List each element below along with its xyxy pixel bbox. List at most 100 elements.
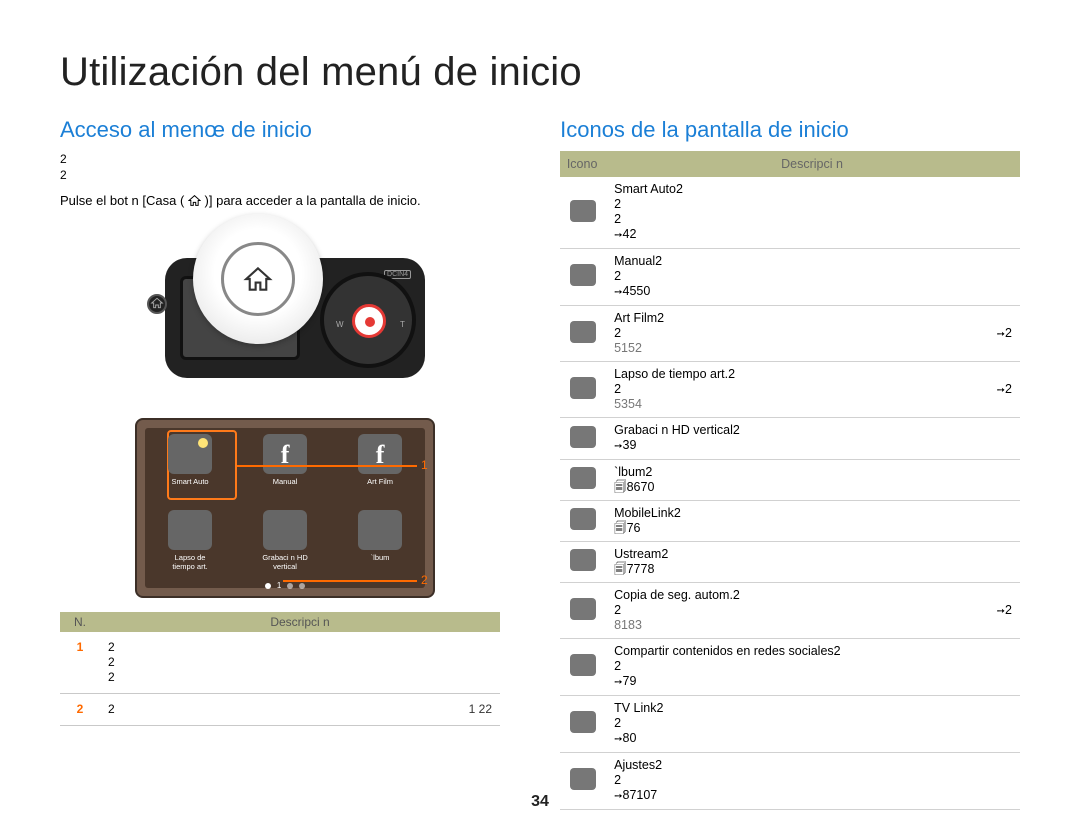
camera-lens: W T [320, 272, 416, 368]
th-desc: Descripci n [100, 612, 500, 632]
row-extra: 8183 [614, 618, 642, 632]
table-row: 2 2 1 22 [60, 694, 500, 726]
arrow-icon: ➙ [997, 329, 1005, 340]
arrow-icon: ➙ [614, 287, 622, 298]
row-pg: 7778 [627, 562, 655, 576]
row-desc-cell: Art Film22➙25152 [604, 306, 1020, 362]
cell-label: Smart Auto [171, 477, 208, 486]
row-pg: 39 [623, 438, 637, 452]
table-row: Lapso de tiempo art.2 2➙2 5354 [560, 362, 1020, 418]
arrow-icon: ➙ [614, 791, 622, 802]
row-icon-cell [560, 542, 604, 583]
dot [287, 583, 293, 589]
row-desc-cell: Manual22➙4550 [604, 249, 1020, 306]
row-thumb-icon [570, 200, 596, 222]
arrow-icon: ➙ [997, 385, 1005, 396]
row-desc: 2 2 2 [100, 632, 500, 694]
smart-auto-icon [168, 434, 212, 474]
cell-label: `lbum [371, 553, 390, 562]
row-extra: 5354 [614, 397, 642, 411]
row-title: Ajustes2 [614, 758, 662, 772]
cell-label-a: Lapso de [175, 553, 206, 562]
table-row: Grabaci n HD vertical2 ➙39 [560, 418, 1020, 460]
row-icon-cell [560, 249, 604, 306]
pages-icon: 🗐 [614, 521, 627, 535]
cell-label-b: vertical [273, 562, 297, 571]
row-desc-cell: `lbum2🗐8670 [604, 460, 1020, 501]
row-title: MobileLink2 [614, 506, 681, 520]
table-row: MobileLink2🗐76 [560, 501, 1020, 542]
arrow-icon: ➙ [997, 606, 1005, 617]
zoom-w: W [336, 320, 344, 329]
row-desc-cell: Grabaci n HD vertical2 ➙39 [604, 418, 1020, 460]
row-icon-cell [560, 753, 604, 810]
row-icon-cell [560, 362, 604, 418]
pages-icon: 🗐 [614, 480, 627, 494]
row-thumb-icon [570, 264, 596, 286]
grid-smart-auto: Smart Auto [155, 434, 225, 486]
home-instruction: Pulse el bot n [Casa ( )] para acceder a… [60, 193, 510, 208]
arrow-icon: ➙ [614, 230, 622, 241]
grid-art-film: fArt Film [345, 434, 415, 486]
callout-table: N. Descripci n 1 2 2 2 2 [60, 612, 500, 726]
row-title: Art Film2 [614, 311, 664, 325]
home-icon-large [243, 266, 273, 292]
row-l2: 2 [614, 269, 621, 283]
row-desc-cell: Ajustes22➙87107 [604, 753, 1020, 810]
icon-table: Icono Descripci n Smart Auto222➙42Manual… [560, 151, 1020, 810]
grid-row-bottom: Lapso detiempo art. Grabaci n HDvertical… [155, 510, 415, 571]
table-row: Ustream2🗐7778 [560, 542, 1020, 583]
row-thumb-icon [570, 321, 596, 343]
row-icon-cell [560, 306, 604, 362]
instr-pre: Pulse el bot n [Casa ( [60, 193, 184, 208]
intro-line-1: 2 [60, 152, 67, 166]
row-icon-cell [560, 501, 604, 542]
arrow-icon: ➙ [614, 734, 622, 745]
row-l2: 2 [614, 603, 621, 617]
table-row: Ajustes22➙87107 [560, 753, 1020, 810]
row-desc-cell: Copia de seg. autom.22➙28183 [604, 583, 1020, 639]
row-l2: 2 [614, 197, 621, 211]
row-far: ➙2 [997, 382, 1012, 398]
pages-icon: 🗐 [614, 562, 627, 576]
grid-album: `lbum [345, 510, 415, 571]
row-no: 2 [60, 694, 100, 726]
row-pg: 42 [623, 227, 637, 241]
row-thumb-icon [570, 426, 596, 448]
row-title: Compartir contenidos en redes sociales2 [614, 644, 841, 658]
row-far: ➙2 [997, 326, 1012, 342]
row-desc-cell: Smart Auto222➙42 [604, 177, 1020, 249]
arrow-icon: ➙ [614, 677, 622, 688]
cell-label: Manual [273, 477, 298, 486]
album-icon [358, 510, 402, 550]
table-row: Manual22➙4550 [560, 249, 1020, 306]
row-pages: 1 22 [469, 702, 492, 717]
row-icon-cell [560, 460, 604, 501]
row-desc-cell: Lapso de tiempo art.2 2➙2 5354 [604, 362, 1020, 418]
manual-icon: f [263, 434, 307, 474]
table-row: `lbum2🗐8670 [560, 460, 1020, 501]
row-title: Grabaci n HD vertical2 [614, 423, 740, 437]
row-pg: 4550 [623, 284, 651, 298]
row-thumb-icon [570, 768, 596, 790]
row-l3: 2 [614, 212, 621, 226]
zoom-t: T [400, 320, 405, 329]
row-title: Lapso de tiempo art.2 [614, 367, 735, 381]
row-thumb-icon [570, 508, 596, 530]
arrow-icon: ➙ [614, 441, 622, 452]
callout-line-1 [237, 465, 417, 467]
th-desc: Descripci n [604, 151, 1020, 177]
th-no: N. [60, 612, 100, 632]
table-row: Compartir contenidos en redes sociales22… [560, 639, 1020, 696]
row-thumb-icon [570, 377, 596, 399]
table-row: TV Link22➙80 [560, 696, 1020, 753]
row-icon-cell [560, 177, 604, 249]
instr-post: )] para acceder a la pantalla de inicio. [205, 193, 421, 208]
row-thumb-icon [570, 549, 596, 571]
row-pg: 2 [1005, 382, 1012, 396]
row-l2: 2 [614, 659, 621, 673]
row-title: TV Link2 [614, 701, 663, 715]
cell-label-a: Grabaci n HD [262, 553, 307, 562]
row-icon-cell [560, 583, 604, 639]
row-title: Copia de seg. autom.2 [614, 588, 740, 602]
